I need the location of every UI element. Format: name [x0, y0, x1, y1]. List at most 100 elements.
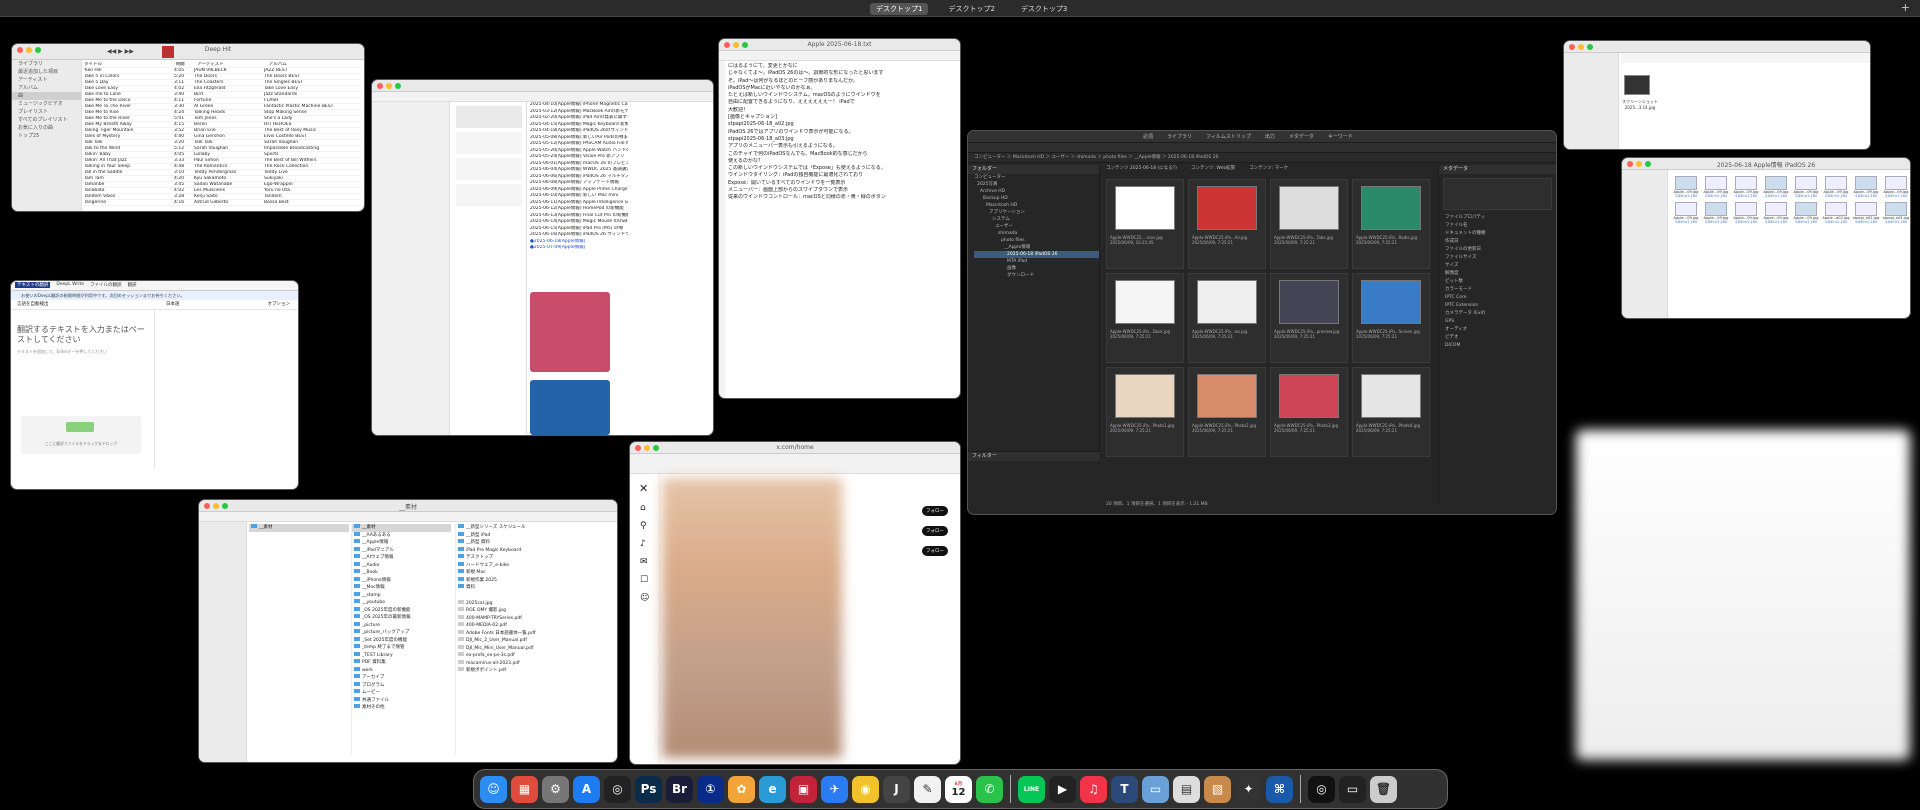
- file-item[interactable]: Apple...09.jpg 3,840×2,160: [1672, 176, 1700, 198]
- dock-icon-tour-city[interactable]: T: [1111, 775, 1138, 803]
- follow-button[interactable]: フォロー: [922, 506, 948, 516]
- editor-text[interactable]: にはるようにて、変更とかなに じゃなくてよ～。iPadOS 26のは～。調節的な形…: [728, 63, 956, 202]
- metadata-item[interactable]: カラーモード: [1445, 286, 1556, 294]
- column-item[interactable]: 400-MEDIA-02.pdf: [456, 622, 560, 630]
- note-body[interactable]: 2025-04-10[Apple情報] iPhone Magnetic Cabl…: [530, 102, 628, 252]
- thumbnail[interactable]: Apple-WWDC25-iPa...Photo2.jpg 2025/06/09,…: [1188, 367, 1266, 457]
- space-tab-3[interactable]: デスクトップ3: [1015, 3, 1073, 15]
- bridge-breadcrumb[interactable]: コンピューター ＞ Macintosh HD ＞ ユーザー ＞ shimada …: [968, 153, 1556, 163]
- thumbnail[interactable]: Apple-WWDC25-iPa...ws.jpg 2025/06/09, 7:2…: [1188, 273, 1266, 363]
- column-item[interactable]: DJI_Mic_Mini_User_Manual.pdf: [456, 644, 560, 653]
- metadata-item[interactable]: ドキュメントの種類: [1445, 230, 1556, 238]
- zoom-icon[interactable]: [35, 47, 41, 53]
- follow-button[interactable]: フォロー: [922, 526, 948, 536]
- dock-icon-safari[interactable]: ✈: [821, 775, 848, 803]
- bridge-window[interactable]: 必須 ライブラリ フィルムストリップ 出力 メタデータ キーワード コンピューター ＞ M…: [968, 131, 1556, 514]
- column-item[interactable]: 新規ポポイント.pdf: [456, 667, 560, 675]
- file-item[interactable]: stpapi_a03.jpg 3,840×2,160: [1882, 202, 1910, 224]
- dock-icon-app-store[interactable]: A: [573, 775, 600, 803]
- thumbnail[interactable]: Apple-WWDC25-iPa...Radio.jpg 2025/06/09, …: [1352, 179, 1430, 269]
- column-item[interactable]: __素材: [352, 524, 451, 532]
- metadata-item[interactable]: ファイルの更新日: [1445, 246, 1556, 254]
- column-item[interactable]: __素材: [249, 524, 349, 532]
- finder-small-window[interactable]: スクリーンショット 2025...3.14.jpg: [1564, 41, 1870, 149]
- metadata-item[interactable]: DICOM: [1445, 342, 1556, 350]
- file-item[interactable]: stpapi_a02.jpg 3,840×2,160: [1852, 202, 1880, 224]
- music-sidebar-item[interactable]: トップ25: [12, 132, 81, 140]
- music-window[interactable]: ◀◀ ▶ ▶▶ Deep Hit ライブラリ 最近追加した項目 アーティスト アルバム…: [12, 44, 364, 211]
- column-item[interactable]: __iPhone情報: [352, 576, 451, 585]
- file-drop-zone[interactable]: ここに翻訳ファイルをドラッグ＆ドロップ: [21, 416, 141, 454]
- file-item[interactable]: Apple...09.jpg 3,840×2,160: [1792, 202, 1820, 224]
- thumbnail[interactable]: Apple-WWDC25...-icon.jpg 2025/06/09, 10:2…: [1106, 179, 1184, 269]
- close-icon[interactable]: [17, 47, 23, 53]
- note-item[interactable]: [456, 106, 522, 128]
- zoom-icon[interactable]: [395, 83, 401, 89]
- search-icon[interactable]: ⚲: [640, 521, 649, 531]
- folder-tree-item[interactable]: Macintosh HD: [974, 202, 1099, 209]
- dock-icon-edge[interactable]: e: [759, 775, 786, 803]
- metadata-item[interactable]: ファイルプロパティ: [1445, 214, 1556, 222]
- file-item[interactable]: Apple...09.jpg 3,840×2,160: [1732, 176, 1760, 198]
- metadata-item[interactable]: カメラデータ (Exif): [1445, 310, 1556, 318]
- music-sidebar-item[interactable]: プレイリスト: [12, 108, 81, 116]
- metadata-item[interactable]: ビデオ: [1445, 334, 1556, 342]
- music-sidebar-item[interactable]: アーティスト: [12, 76, 81, 84]
- column-item[interactable]: __Audio: [352, 561, 451, 570]
- workspace-tab[interactable]: ライブラリ: [1167, 133, 1192, 140]
- column-item[interactable]: _Set 2025年度の機能: [352, 636, 451, 645]
- dock-icon-line[interactable]: LINE: [1018, 775, 1045, 803]
- column-item[interactable]: 2025cal.jpg: [456, 599, 560, 608]
- thumbnail[interactable]: Apple-WWDC25-iPa...Photo3.jpg 2025/06/09,…: [1270, 367, 1348, 457]
- column-item[interactable]: _OS 2025年の最新情報: [352, 614, 451, 622]
- metadata-item[interactable]: IPTC Extension: [1445, 302, 1556, 310]
- thumbnail[interactable]: Apple-WWDC25-iPa...Air.jpg 2025/06/09, 7:…: [1188, 179, 1266, 269]
- profile-icon[interactable]: ☺: [640, 593, 649, 603]
- folder-tree-item[interactable]: 画像: [974, 265, 1099, 272]
- file-name[interactable]: スクリーンショット 2025...3.14.jpg: [1616, 99, 1664, 110]
- content-tab[interactable]: コンテンツ 2025-06-18 (になる?): [1106, 165, 1177, 175]
- dock-icon-メモ[interactable]: ✎: [914, 775, 941, 803]
- folder-tree-item[interactable]: __Apple情報: [974, 244, 1099, 251]
- dock-icon-ファイル[interactable]: ▤: [1173, 775, 1200, 803]
- music-sidebar-item[interactable]: 最近追加した項目: [12, 68, 81, 76]
- translate-input[interactable]: 翻訳するテキストを入力またはペーストしてください: [17, 325, 147, 345]
- column-item[interactable]: 素材その他: [352, 704, 451, 712]
- column-item[interactable]: __Apple情報: [352, 539, 451, 547]
- timeline-feed[interactable]: [662, 478, 842, 758]
- dock-icon-chatgpt2[interactable]: ◎: [1308, 775, 1335, 803]
- finder-grid-window[interactable]: 2025-06-18 Apple情報 iPadOS 26 Apple...09.…: [1622, 158, 1910, 318]
- minimize-icon[interactable]: [386, 83, 392, 89]
- browser-window[interactable]: x.com/home ✕ ⌂ ⚲ ♪ ✉ ☐ ☺ フォロー フォロー フォロー: [630, 442, 960, 764]
- add-space-icon[interactable]: +: [1901, 1, 1910, 14]
- thumbnail[interactable]: Apple-WWDC25-iPa...preview.jpg 2025/06/09…: [1270, 273, 1348, 363]
- column-item[interactable]: _picture: [352, 621, 451, 630]
- folder-tree-item[interactable]: システム: [974, 216, 1099, 223]
- workspace-tab[interactable]: メタデータ: [1289, 133, 1314, 140]
- column-item[interactable]: ハードウェア_e-bike: [456, 561, 560, 570]
- space-tab-1[interactable]: デスクトップ1: [870, 3, 929, 15]
- workspace-tab[interactable]: キーワード: [1328, 133, 1353, 140]
- column-item[interactable]: 共通ファイル: [352, 696, 451, 705]
- thumbnail[interactable]: Apple-WWDC25-iPa...Screen.jpg 2025/06/09,…: [1352, 273, 1430, 363]
- tab-translate[interactable]: 翻訳: [128, 282, 137, 288]
- file-item[interactable]: Apple...09.jpg 3,840×2,160: [1792, 176, 1820, 198]
- metadata-item[interactable]: 作成日: [1445, 238, 1556, 246]
- dock-icon-1password[interactable]: ①: [697, 775, 724, 803]
- column-item[interactable]: ex-profa_ex-ps-3s.pdf: [456, 652, 560, 660]
- dock-icon-jump[interactable]: J: [883, 775, 910, 803]
- file-item[interactable]: Apple...09.jpg 3,840×2,160: [1852, 176, 1880, 198]
- dock-icon-chrome[interactable]: ◉: [852, 775, 879, 803]
- dock-icon-メッセージ[interactable]: ✆: [976, 775, 1003, 803]
- minimize-icon[interactable]: [1578, 44, 1584, 50]
- blurred-window[interactable]: [1576, 430, 1910, 760]
- column-item[interactable]: work: [352, 666, 451, 675]
- column-item[interactable]: _OS 2025年度の新機能: [352, 606, 451, 615]
- file-item[interactable]: Apple...09.jpg 3,840×2,160: [1882, 176, 1910, 198]
- note-item[interactable]: [456, 132, 522, 154]
- tab-translate-text[interactable]: テキストの翻訳: [15, 282, 51, 288]
- notes-window[interactable]: 2025-04-10[Apple情報] iPhone Magnetic Cabl…: [372, 80, 713, 435]
- column-item[interactable]: デスクトップ: [456, 554, 560, 562]
- metadata-item[interactable]: オーディオ: [1445, 326, 1556, 334]
- folder-tree-item[interactable]: 2025写真: [974, 181, 1099, 188]
